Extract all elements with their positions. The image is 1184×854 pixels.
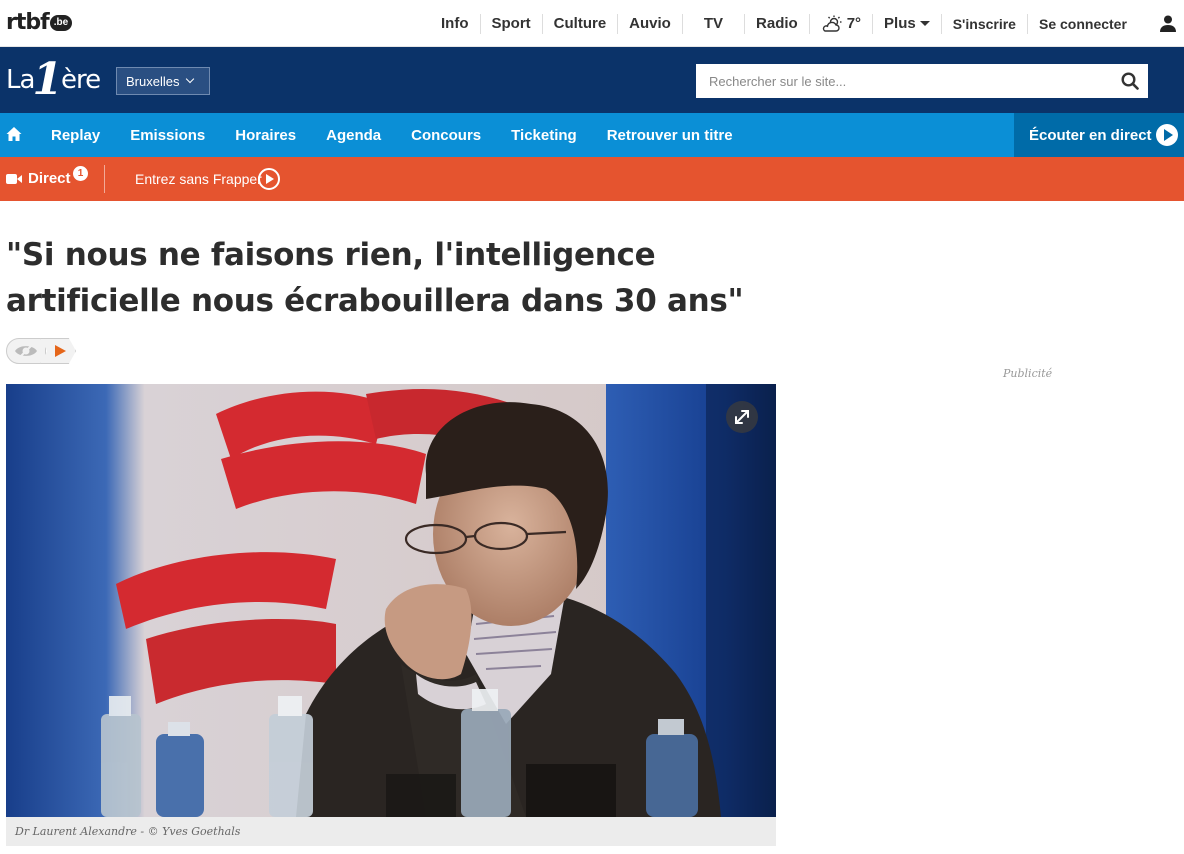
play-circle-icon — [1156, 124, 1178, 146]
region-value: Bruxelles — [126, 73, 180, 89]
play-icon — [55, 345, 66, 357]
search-box — [696, 64, 1148, 98]
listen-live-button[interactable]: Écouter en direct — [1014, 113, 1184, 157]
logo-la: La — [6, 65, 35, 95]
brand-bar: La 1 ère Bruxelles — [0, 47, 1184, 113]
logo-one: 1 — [32, 54, 64, 105]
play-circle-outline-icon[interactable] — [258, 168, 280, 190]
more-menu[interactable]: Plus — [873, 13, 942, 34]
nav-ticketing[interactable]: Ticketing — [496, 127, 592, 144]
home-icon[interactable] — [6, 126, 22, 142]
listen-live-label: Écouter en direct — [1029, 126, 1152, 144]
direct-label[interactable]: Direct — [28, 170, 71, 187]
caret-down-icon — [919, 21, 930, 26]
photo-illustration — [6, 384, 776, 817]
topnav-sport[interactable]: Sport — [481, 13, 543, 34]
user-icon[interactable] — [1160, 15, 1176, 32]
search-input[interactable] — [696, 64, 1112, 98]
article-headline: "Si nous ne faisons rien, l'intelligence… — [6, 237, 744, 319]
media-type-badges — [6, 338, 76, 364]
current-show-title[interactable]: Entrez sans Frapper — [135, 171, 262, 187]
topnav-culture[interactable]: Culture — [543, 13, 619, 34]
topnav-radio[interactable]: Radio — [745, 13, 810, 34]
expand-icon — [735, 410, 749, 424]
topnav-tv[interactable]: TV — [683, 13, 746, 34]
direct-count-badge: 1 — [73, 166, 88, 181]
rtbf-logo-badge: .be — [49, 15, 73, 31]
main-nav-links: Replay Emissions Horaires Agenda Concour… — [36, 113, 748, 157]
photo-caption: Dr Laurent Alexandre - © Yves Goethals — [6, 817, 776, 846]
article-photo[interactable] — [6, 384, 776, 817]
direct-bar: Direct 1 Entrez sans Frapper — [0, 157, 1184, 201]
advertisement-label: Publicité — [1003, 367, 1053, 380]
nav-replay[interactable]: Replay — [36, 127, 115, 144]
top-bar: rtbf .be Info Sport Culture Auvio TV Rad… — [0, 0, 1184, 47]
nav-emissions[interactable]: Emissions — [115, 127, 220, 144]
topnav-info[interactable]: Info — [430, 13, 481, 34]
la-premiere-logo[interactable]: La 1 ère — [6, 54, 101, 105]
chevron-down-icon — [186, 74, 195, 84]
rtbf-logo[interactable]: rtbf .be — [6, 10, 73, 35]
main-nav: Replay Emissions Horaires Agenda Concour… — [0, 113, 1184, 157]
logo-ere: ère — [61, 65, 101, 95]
search-button[interactable] — [1112, 64, 1148, 98]
eye-icon — [15, 343, 37, 359]
weather-sun-cloud-icon — [822, 15, 842, 32]
topnav-auvio[interactable]: Auvio — [618, 13, 683, 34]
top-nav: Info Sport Culture Auvio TV Radio 7° Plu… — [430, 0, 1143, 47]
weather-temp: 7° — [846, 15, 862, 32]
more-label: Plus — [884, 14, 916, 32]
nav-retrouver-un-titre[interactable]: Retrouver un titre — [592, 127, 748, 144]
rtbf-logo-text: rtbf — [6, 10, 50, 35]
region-select[interactable]: Bruxelles — [116, 67, 210, 95]
direct-divider — [104, 165, 105, 193]
weather-widget[interactable]: 7° — [810, 13, 874, 34]
expand-image-button[interactable] — [726, 401, 758, 433]
nav-horaires[interactable]: Horaires — [220, 127, 311, 144]
login-link[interactable]: Se connecter — [1028, 14, 1143, 34]
video-camera-icon — [6, 174, 22, 184]
signup-link[interactable]: S'inscrire — [942, 13, 1028, 34]
search-icon — [1121, 72, 1139, 90]
nav-concours[interactable]: Concours — [396, 127, 496, 144]
nav-agenda[interactable]: Agenda — [311, 127, 396, 144]
